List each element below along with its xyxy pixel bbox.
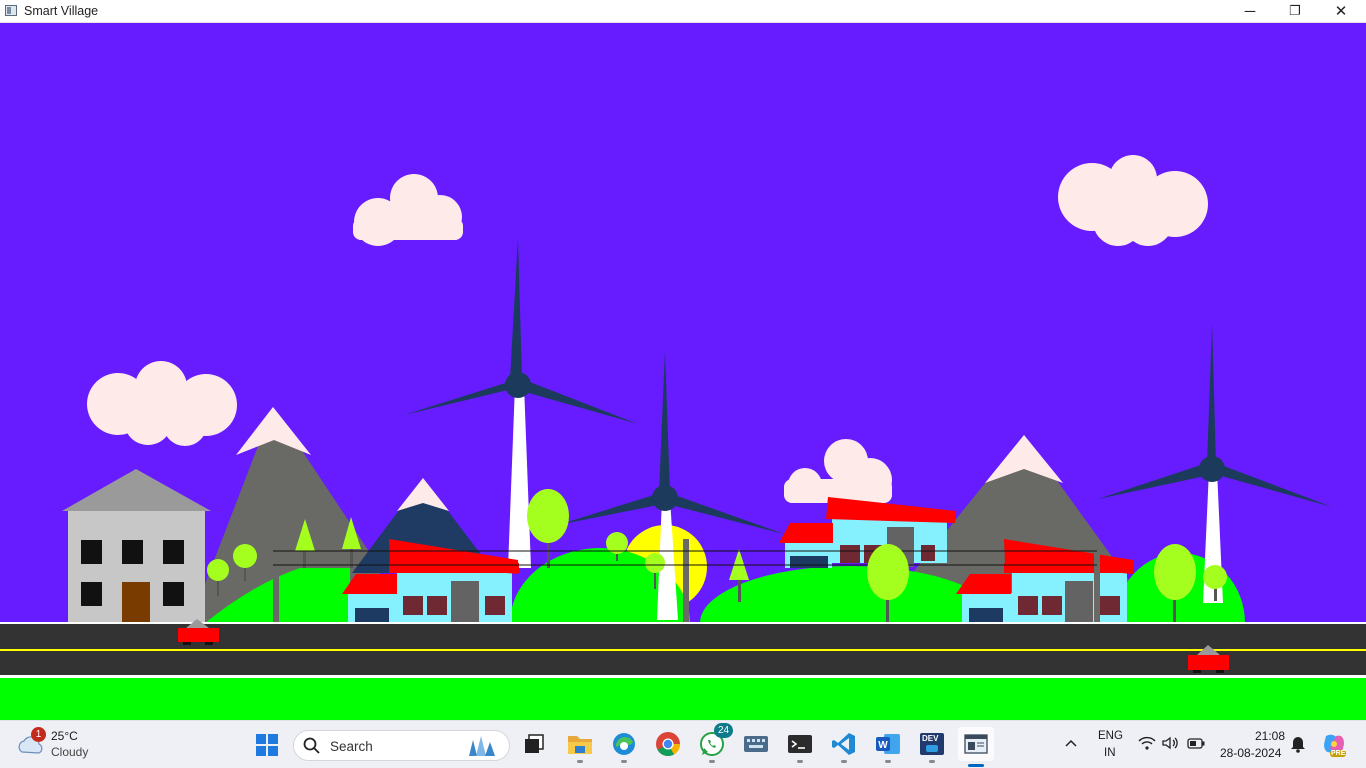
weather-condition[interactable]: Cloudy	[51, 745, 88, 759]
svg-text:W: W	[878, 740, 888, 751]
notification-bell-icon[interactable]	[1290, 736, 1306, 753]
chrome-icon	[656, 732, 680, 757]
road-edge-top	[0, 622, 1366, 624]
devcpp-accent	[926, 745, 938, 752]
weather-badge: 1	[31, 727, 46, 742]
wifi-icon[interactable]	[1138, 736, 1156, 750]
active-indicator	[968, 764, 984, 767]
language-indicator[interactable]: ENG	[1098, 730, 1123, 742]
running-indicator	[929, 760, 935, 763]
running-indicator	[885, 760, 891, 763]
volume-icon[interactable]	[1162, 736, 1180, 750]
search-label: Search	[330, 739, 373, 754]
smart-village-app-button[interactable]	[958, 727, 994, 767]
running-indicator	[621, 760, 627, 763]
vscode-icon	[832, 733, 855, 755]
terminal-icon	[788, 735, 812, 753]
running-indicator	[797, 760, 803, 763]
window-app-icon	[964, 734, 988, 754]
taskbar: 1 25°C Cloudy Search 24 W DEV ENG IN 21:…	[0, 720, 1366, 768]
app-icon	[5, 5, 17, 16]
terminal-button[interactable]	[785, 729, 815, 763]
search-icon	[303, 737, 320, 754]
language-region[interactable]: IN	[1104, 747, 1116, 759]
maximize-button[interactable]: ❐	[1272, 0, 1318, 22]
vscode-button[interactable]	[829, 729, 859, 763]
chrome-button[interactable]	[653, 729, 683, 759]
battery-icon[interactable]	[1187, 738, 1205, 749]
running-indicator	[841, 760, 847, 763]
weather-temp[interactable]: 25°C	[51, 729, 78, 743]
close-button[interactable]: ✕	[1318, 0, 1364, 22]
devcpp-button[interactable]: DEV	[917, 729, 947, 763]
edge-button[interactable]	[609, 729, 639, 763]
running-indicator	[577, 760, 583, 763]
touch-keyboard-button[interactable]	[741, 729, 771, 759]
folder-icon	[568, 736, 592, 754]
keyboard-icon	[744, 736, 768, 752]
whatsapp-button[interactable]: 24	[697, 723, 733, 763]
minimize-button[interactable]: ─	[1227, 0, 1273, 22]
grass	[0, 678, 1366, 720]
window-title: Smart Village	[24, 4, 99, 18]
windows-start-icon[interactable]	[255, 733, 279, 757]
edge-icon	[613, 733, 635, 755]
file-explorer-button[interactable]	[565, 729, 595, 763]
devcpp-icon: DEV	[920, 733, 944, 755]
road-edge-bottom	[0, 675, 1366, 678]
title-bar: Smart Village ─ ❐ ✕	[0, 0, 1366, 23]
tray-chevron-icon[interactable]	[1064, 735, 1078, 751]
devcpp-label: DEV	[922, 734, 939, 743]
whatsapp-badge: 24	[714, 723, 733, 738]
word-button[interactable]: W	[873, 729, 903, 763]
clock-date[interactable]: 28-08-2024	[1220, 746, 1281, 760]
search-highlight-icon	[469, 736, 495, 756]
task-view-icon	[525, 734, 544, 753]
task-view-button[interactable]	[520, 729, 550, 759]
search-box[interactable]: Search	[293, 730, 510, 761]
word-icon: W	[876, 734, 900, 754]
running-indicator	[709, 760, 715, 763]
clock-time[interactable]: 21:08	[1255, 729, 1285, 743]
road-lane	[0, 649, 1366, 651]
copilot-preview-tag: PRE	[1330, 750, 1347, 757]
smart-village-scene	[0, 23, 1366, 720]
